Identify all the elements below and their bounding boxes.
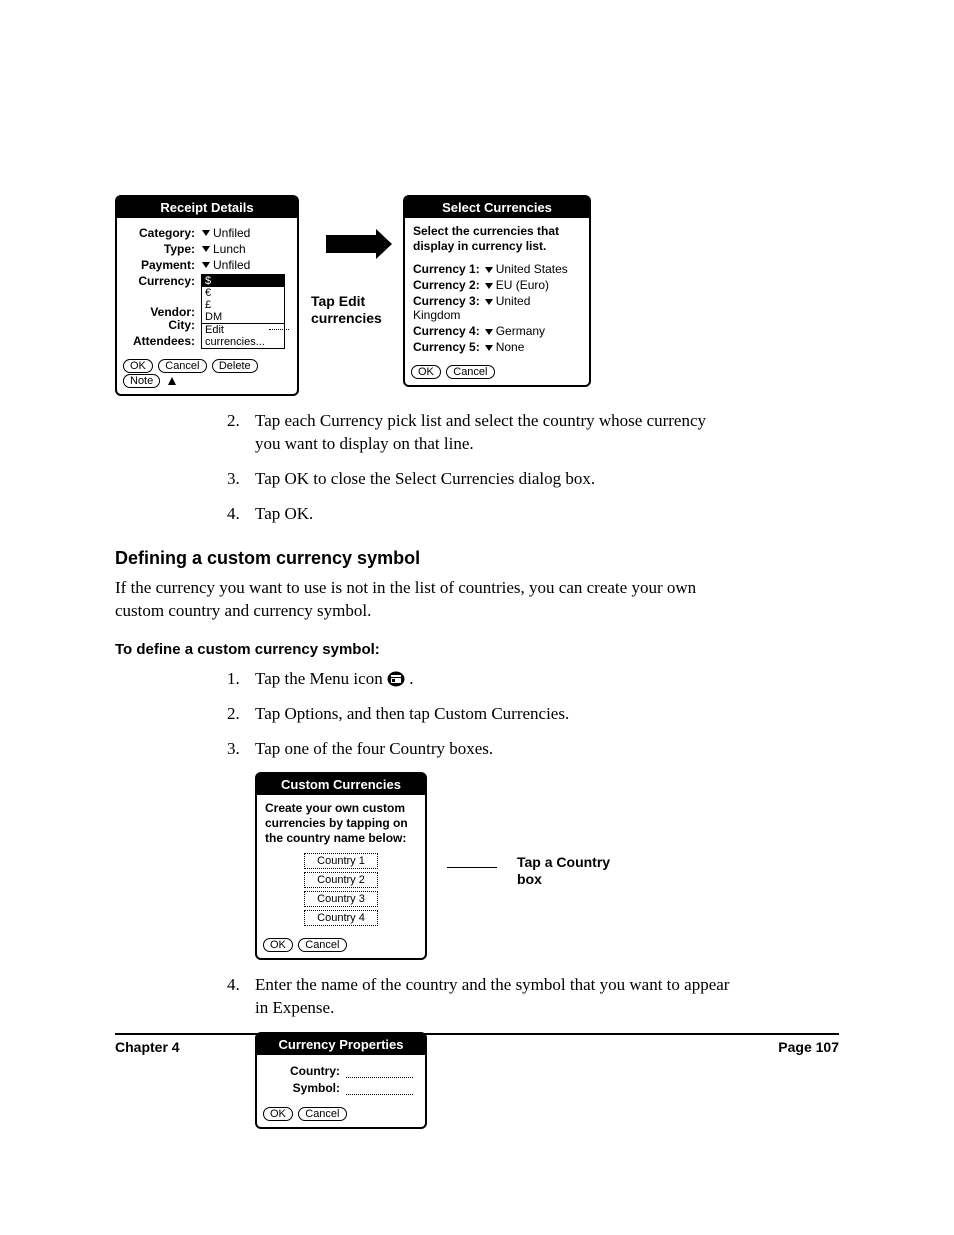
step-c4: 4. Enter the name of the country and the… xyxy=(227,974,730,1020)
currency2-label: Currency 2: xyxy=(413,278,480,292)
country-2-box[interactable]: Country 2 xyxy=(304,872,378,888)
dropdown-option[interactable]: € xyxy=(202,287,284,299)
country-1-box[interactable]: Country 1 xyxy=(304,853,378,869)
type-value[interactable]: Lunch xyxy=(213,242,246,256)
heading-defining-custom: Defining a custom currency symbol xyxy=(115,548,730,569)
city-label: City: xyxy=(125,318,195,332)
custom-currencies-instruction: Create your own custom currencies by tap… xyxy=(265,801,417,846)
up-arrow-icon xyxy=(168,377,176,385)
currency-dropdown-open[interactable]: $ € £ DM Edit currencies... xyxy=(201,274,285,349)
vendor-input[interactable] xyxy=(269,321,289,330)
ok-button[interactable]: OK xyxy=(263,938,293,952)
step-number: 3. xyxy=(227,468,255,491)
step-number: 4. xyxy=(227,503,255,526)
step-text: Tap each Currency pick list and select t… xyxy=(255,410,730,456)
chevron-down-icon[interactable] xyxy=(202,262,210,268)
figure-2: Custom Currencies Create your own custom… xyxy=(255,772,730,960)
currency4-value[interactable]: Germany xyxy=(496,324,545,338)
currency1-value[interactable]: United States xyxy=(496,262,568,276)
chevron-down-icon[interactable] xyxy=(485,329,493,335)
vendor-label: Vendor: xyxy=(125,305,195,319)
select-currencies-instruction: Select the currencies that display in cu… xyxy=(413,224,581,254)
chevron-down-icon[interactable] xyxy=(485,299,493,305)
symbol-input[interactable] xyxy=(346,1084,413,1095)
dropdown-selected[interactable]: $ xyxy=(202,275,284,287)
currency-label: Currency: xyxy=(125,274,195,288)
ok-button[interactable]: OK xyxy=(263,1107,293,1121)
step-b2: 2. Tap Options, and then tap Custom Curr… xyxy=(227,703,730,726)
attendees-label: Attendees: xyxy=(125,334,195,348)
chapter-label: Chapter 4 xyxy=(115,1039,180,1055)
callout-edit-currencies: Tap Edit currencies xyxy=(311,293,391,327)
step-number: 3. xyxy=(227,738,255,761)
figure-1: Receipt Details Category: Unfiled Type: … xyxy=(115,195,730,396)
ok-button[interactable]: OK xyxy=(123,359,153,373)
chevron-down-icon[interactable] xyxy=(485,267,493,273)
step-4: 4. Tap OK. xyxy=(227,503,730,526)
step-text: Tap the Menu icon . xyxy=(255,668,413,691)
chevron-down-icon[interactable] xyxy=(485,283,493,289)
country-input[interactable] xyxy=(346,1067,413,1078)
heading-to-define: To define a custom currency symbol: xyxy=(115,641,730,658)
custom-currencies-title: Custom Currencies xyxy=(257,774,425,795)
country-4-box[interactable]: Country 4 xyxy=(304,910,378,926)
symbol-label: Symbol: xyxy=(265,1081,340,1095)
note-button[interactable]: Note xyxy=(123,374,160,388)
cancel-button[interactable]: Cancel xyxy=(298,1107,346,1121)
country-label: Country: xyxy=(265,1064,340,1078)
currency5-label: Currency 5: xyxy=(413,340,480,354)
currency1-label: Currency 1: xyxy=(413,262,480,276)
country-3-box[interactable]: Country 3 xyxy=(304,891,378,907)
currency4-label: Currency 4: xyxy=(413,324,480,338)
connector-line xyxy=(447,867,497,868)
ok-button[interactable]: OK xyxy=(411,365,441,379)
callout-tap-country: Tap a Country box xyxy=(517,854,627,888)
paragraph-intro: If the currency you want to use is not i… xyxy=(115,577,730,623)
step-b3: 3. Tap one of the four Country boxes. xyxy=(227,738,730,761)
step-2: 2. Tap each Currency pick list and selec… xyxy=(227,410,730,456)
chevron-down-icon[interactable] xyxy=(202,230,210,236)
receipt-details-title: Receipt Details xyxy=(117,197,297,218)
step-text: Enter the name of the country and the sy… xyxy=(255,974,730,1020)
cancel-button[interactable]: Cancel xyxy=(298,938,346,952)
select-currencies-title: Select Currencies xyxy=(405,197,589,218)
currency5-value[interactable]: None xyxy=(496,340,525,354)
dropdown-option[interactable]: £ xyxy=(202,299,284,311)
step-text: Tap Options, and then tap Custom Currenc… xyxy=(255,703,569,726)
chevron-down-icon[interactable] xyxy=(202,246,210,252)
receipt-details-dialog: Receipt Details Category: Unfiled Type: … xyxy=(115,195,299,396)
step-b1: 1. Tap the Menu icon . xyxy=(227,668,730,691)
select-currencies-dialog: Select Currencies Select the currencies … xyxy=(403,195,591,387)
category-label: Category: xyxy=(125,226,195,240)
step-text: Tap one of the four Country boxes. xyxy=(255,738,493,761)
custom-currencies-dialog: Custom Currencies Create your own custom… xyxy=(255,772,427,960)
step-text: Tap OK. xyxy=(255,503,313,526)
chevron-down-icon[interactable] xyxy=(485,345,493,351)
arrow-right-icon xyxy=(326,235,376,253)
content-column: Receipt Details Category: Unfiled Type: … xyxy=(255,195,730,1129)
category-value[interactable]: Unfiled xyxy=(213,226,250,240)
payment-label: Payment: xyxy=(125,258,195,272)
step-number: 2. xyxy=(227,703,255,726)
page-footer: Chapter 4 Page 107 xyxy=(115,1033,839,1055)
step-3: 3. Tap OK to close the Select Currencies… xyxy=(227,468,730,491)
step-number: 4. xyxy=(227,974,255,1020)
currency2-value[interactable]: EU (Euro) xyxy=(496,278,549,292)
step-number: 2. xyxy=(227,410,255,456)
cancel-button[interactable]: Cancel xyxy=(446,365,494,379)
step-number: 1. xyxy=(227,668,255,691)
payment-value[interactable]: Unfiled xyxy=(213,258,250,272)
step-text: Tap OK to close the Select Currencies di… xyxy=(255,468,595,491)
menu-icon xyxy=(387,671,405,687)
delete-button[interactable]: Delete xyxy=(212,359,258,373)
type-label: Type: xyxy=(125,242,195,256)
page-number: Page 107 xyxy=(778,1039,839,1055)
document-page: Receipt Details Category: Unfiled Type: … xyxy=(0,0,954,1235)
currency3-label: Currency 3: xyxy=(413,294,480,308)
cancel-button[interactable]: Cancel xyxy=(158,359,206,373)
